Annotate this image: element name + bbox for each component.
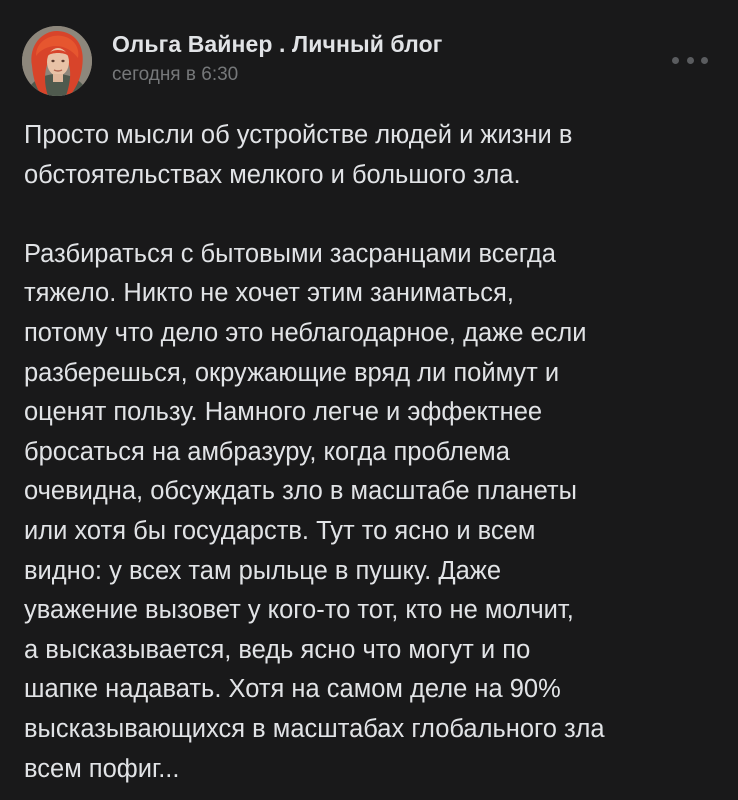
post-timestamp[interactable]: сегодня в 6:30 xyxy=(112,64,238,86)
post-text-line: тяжело. Никто не хочет этим заниматься, xyxy=(24,279,514,308)
more-dot xyxy=(672,56,679,64)
post-text-line: оценят пользу. Намного легче и эффектнее xyxy=(24,398,543,427)
post-text-line: разберешься, окружающие вряд ли поймут и xyxy=(24,358,560,387)
more-dot xyxy=(686,56,694,64)
post-text-line: видно: у всех там рыльце в пушку. Даже xyxy=(24,556,502,585)
post-text-line: очевидна, обсуждать зло в масштабе плане… xyxy=(24,477,577,506)
author-name[interactable]: Ольга Вайнер . Личный блог xyxy=(112,31,442,58)
author-avatar[interactable] xyxy=(22,26,92,96)
more-horizontal-icon[interactable] xyxy=(672,50,708,70)
post-text-line: уважение вызовет у кого-то тот, кто не м… xyxy=(24,596,574,625)
post-text-line: потому что дело это неблагодарное, даже … xyxy=(24,318,587,347)
post-text-line: высказывающихся в масштабах глобального … xyxy=(24,714,605,743)
post-text: Просто мысли об устройстве людей и жизни… xyxy=(24,116,714,789)
post-text-line: бросаться на амбразуру, когда проблема xyxy=(24,437,510,466)
post-text-line: шапке надавать. Хотя на самом деле на 90… xyxy=(24,675,561,704)
post-text-line: всем пофиг... xyxy=(24,754,180,783)
post-card: Ольга Вайнер . Личный блог сегодня в 6:3… xyxy=(0,0,738,800)
more-dot xyxy=(701,56,708,64)
post-text-line: Разбираться с бытовыми засранцами всегда xyxy=(24,239,556,268)
post-text-line: а высказывается, ведь ясно что могут и п… xyxy=(24,635,531,664)
post-text-line: обстоятельствах мелкого и большого зла. xyxy=(24,160,521,189)
avatar-photo xyxy=(22,26,92,96)
post-text-line: или хотя бы государств. Тут то ясно и вс… xyxy=(24,516,536,545)
post-header: Ольга Вайнер . Личный блог сегодня в 6:3… xyxy=(22,26,716,96)
post-text-line: Просто мысли об устройстве людей и жизни… xyxy=(24,121,573,149)
